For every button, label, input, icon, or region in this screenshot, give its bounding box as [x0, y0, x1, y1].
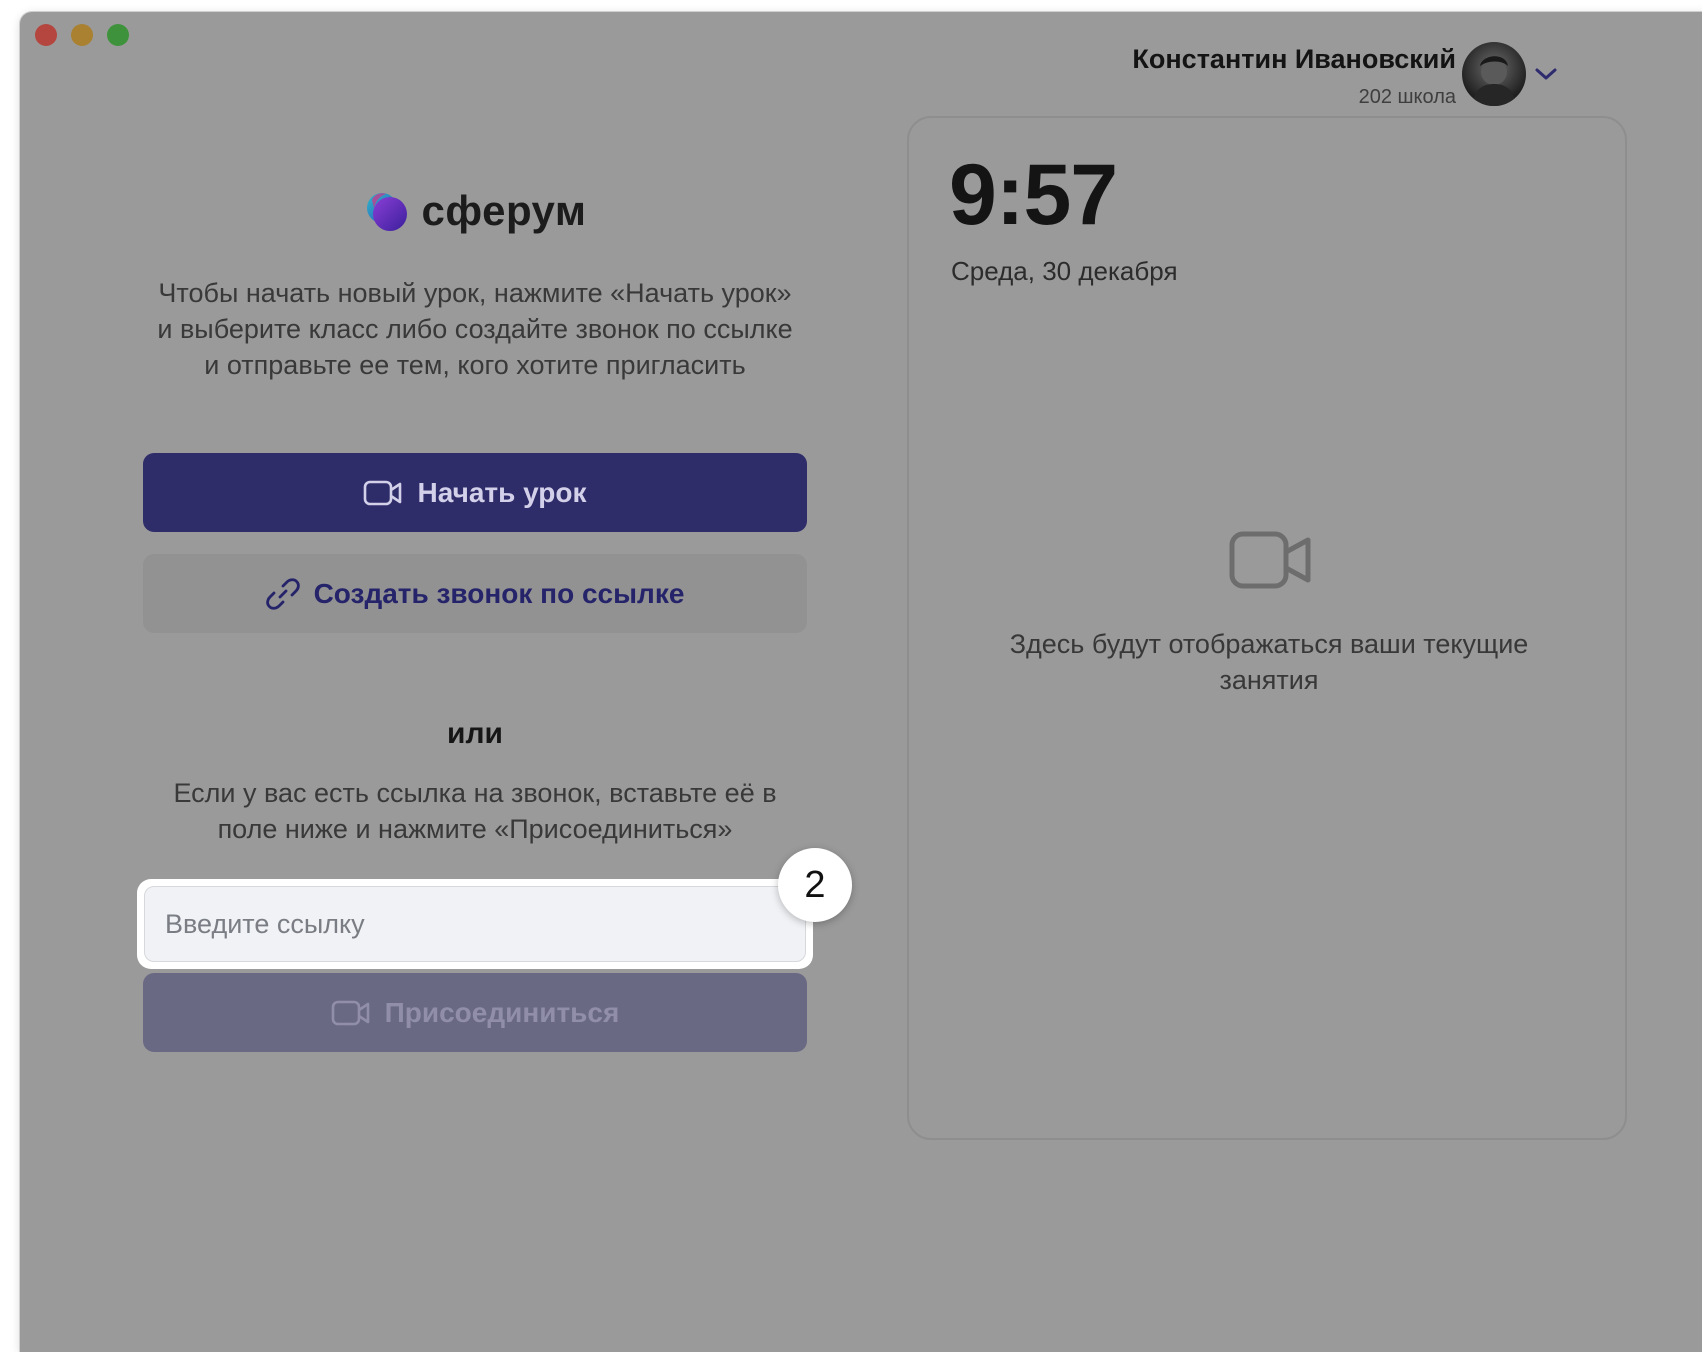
video-camera-icon: [364, 480, 402, 505]
avatar-photo: [1472, 56, 1516, 106]
lesson-start-column: сферум Чтобы начать новый урок, нажмите …: [137, 12, 852, 1112]
video-camera-icon: [331, 1000, 369, 1025]
user-name: Константин Ивановский: [1132, 44, 1456, 74]
close-window-button[interactable]: [35, 24, 57, 46]
or-divider: или: [447, 717, 503, 750]
paste-link-hint: Если у вас есть ссылка на звонок, вставь…: [173, 778, 777, 844]
sferum-logo: сферум: [143, 187, 807, 235]
intro-text: Чтобы начать новый урок, нажмите «Начать…: [157, 278, 793, 380]
link-input[interactable]: [144, 886, 806, 962]
video-camera-icon: [1229, 531, 1311, 589]
chevron-down-icon[interactable]: [1534, 64, 1558, 84]
link-input-highlight: [137, 879, 813, 969]
zoom-window-button[interactable]: [107, 24, 129, 46]
window-controls: [35, 24, 129, 46]
sferum-logo-icon: [366, 193, 407, 231]
user-school: 202 школа: [1358, 86, 1456, 108]
empty-lessons-message: Здесь будут отображаться ваши текущие за…: [1009, 629, 1529, 695]
avatar[interactable]: [1462, 42, 1526, 106]
create-call-by-link-label: Создать звонок по ссылке: [313, 577, 685, 609]
start-lesson-button[interactable]: Начать урок: [143, 453, 807, 532]
link-icon: [265, 577, 300, 610]
user-menu[interactable]: Константин Ивановский 202 школа: [1120, 34, 1702, 114]
start-lesson-label: Начать урок: [417, 476, 587, 508]
step-badge: 2: [778, 848, 852, 922]
brand-name: сферум: [421, 187, 587, 234]
join-button[interactable]: Присоединиться: [143, 973, 807, 1052]
join-label: Присоединиться: [384, 996, 620, 1028]
minimize-window-button[interactable]: [71, 24, 93, 46]
app-window: Константин Ивановский 202 школа сферум Ч…: [20, 12, 1702, 1352]
create-call-by-link-button[interactable]: Создать звонок по ссылке: [143, 554, 807, 633]
current-lessons-panel: 9:57 Среда, 30 декабря Здесь будут отобр…: [907, 116, 1627, 1140]
clock-date: Среда, 30 декабря: [951, 256, 1178, 286]
clock-time: 9:57: [949, 147, 1118, 243]
